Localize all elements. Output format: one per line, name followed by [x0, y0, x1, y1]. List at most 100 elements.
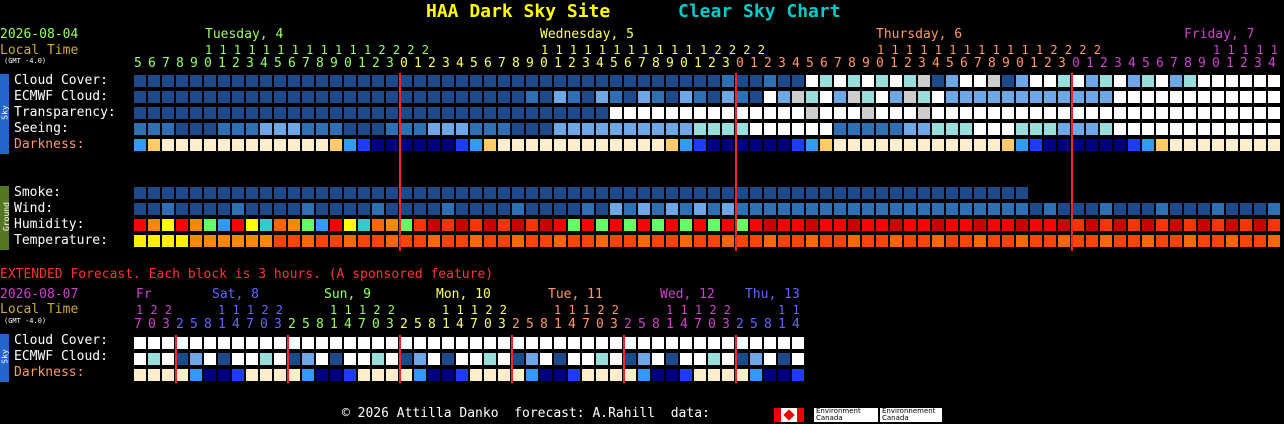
wind-block[interactable]: [456, 203, 468, 215]
wind-block[interactable]: [778, 203, 790, 215]
ext-cloud-block[interactable]: [260, 337, 272, 349]
cloud-block[interactable]: [204, 75, 216, 87]
smoke-block[interactable]: [694, 187, 706, 199]
wind-block[interactable]: [1156, 203, 1168, 215]
wind-block[interactable]: [540, 203, 552, 215]
wind-block[interactable]: [764, 203, 776, 215]
wind-block[interactable]: [330, 203, 342, 215]
temp-block[interactable]: [316, 235, 328, 247]
smoke-block[interactable]: [596, 187, 608, 199]
dark-block[interactable]: [260, 139, 272, 151]
ext-cloud-block[interactable]: [134, 337, 146, 349]
seeing-block[interactable]: [876, 123, 888, 135]
temp-block[interactable]: [1198, 235, 1210, 247]
ecmwf-block[interactable]: [946, 91, 958, 103]
seeing-block[interactable]: [1044, 123, 1056, 135]
transp-block[interactable]: [708, 107, 720, 119]
ext-dark-block[interactable]: [386, 369, 398, 381]
dark-block[interactable]: [778, 139, 790, 151]
smoke-block[interactable]: [778, 187, 790, 199]
cloud-block[interactable]: [414, 75, 426, 87]
ext-dark-block[interactable]: [708, 369, 720, 381]
ext-cloud-block[interactable]: [624, 337, 636, 349]
ext-ecmwf-block[interactable]: [764, 353, 776, 365]
cloud-block[interactable]: [288, 75, 300, 87]
transp-block[interactable]: [778, 107, 790, 119]
cloud-block[interactable]: [260, 75, 272, 87]
wind-block[interactable]: [1100, 203, 1112, 215]
hum-block[interactable]: [1142, 219, 1154, 231]
temp-block[interactable]: [862, 235, 874, 247]
cloud-block[interactable]: [932, 75, 944, 87]
ext-dark-block[interactable]: [666, 369, 678, 381]
seeing-block[interactable]: [946, 123, 958, 135]
hum-block[interactable]: [820, 219, 832, 231]
wind-block[interactable]: [918, 203, 930, 215]
seeing-block[interactable]: [806, 123, 818, 135]
temp-block[interactable]: [736, 235, 748, 247]
wind-block[interactable]: [302, 203, 314, 215]
hum-block[interactable]: [302, 219, 314, 231]
cloud-block[interactable]: [1142, 75, 1154, 87]
seeing-block[interactable]: [526, 123, 538, 135]
seeing-block[interactable]: [638, 123, 650, 135]
hum-block[interactable]: [414, 219, 426, 231]
smoke-block[interactable]: [274, 187, 286, 199]
dark-block[interactable]: [988, 139, 1000, 151]
dark-block[interactable]: [848, 139, 860, 151]
temp-block[interactable]: [568, 235, 580, 247]
temp-block[interactable]: [1002, 235, 1014, 247]
ext-dark-block[interactable]: [204, 369, 216, 381]
ecmwf-block[interactable]: [820, 91, 832, 103]
temp-block[interactable]: [652, 235, 664, 247]
transp-block[interactable]: [470, 107, 482, 119]
seeing-block[interactable]: [1030, 123, 1042, 135]
smoke-block[interactable]: [232, 187, 244, 199]
temp-block[interactable]: [372, 235, 384, 247]
smoke-block[interactable]: [904, 187, 916, 199]
ecmwf-block[interactable]: [288, 91, 300, 103]
hum-block[interactable]: [456, 219, 468, 231]
ecmwf-block[interactable]: [260, 91, 272, 103]
cloud-block[interactable]: [386, 75, 398, 87]
smoke-block[interactable]: [946, 187, 958, 199]
temp-block[interactable]: [1100, 235, 1112, 247]
dark-block[interactable]: [736, 139, 748, 151]
ext-cloud-block[interactable]: [288, 337, 300, 349]
temp-block[interactable]: [190, 235, 202, 247]
transp-block[interactable]: [582, 107, 594, 119]
ecmwf-block[interactable]: [792, 91, 804, 103]
ext-ecmwf-block[interactable]: [680, 353, 692, 365]
wind-block[interactable]: [988, 203, 1000, 215]
wind-block[interactable]: [582, 203, 594, 215]
seeing-block[interactable]: [386, 123, 398, 135]
ext-cloud-block[interactable]: [204, 337, 216, 349]
seeing-block[interactable]: [1072, 123, 1084, 135]
cloud-block[interactable]: [358, 75, 370, 87]
ecmwf-block[interactable]: [1240, 91, 1252, 103]
smoke-block[interactable]: [792, 187, 804, 199]
cloud-block[interactable]: [960, 75, 972, 87]
cloud-block[interactable]: [1058, 75, 1070, 87]
ecmwf-block[interactable]: [666, 91, 678, 103]
wind-block[interactable]: [512, 203, 524, 215]
temp-block[interactable]: [1226, 235, 1238, 247]
wind-block[interactable]: [358, 203, 370, 215]
cloud-block[interactable]: [918, 75, 930, 87]
seeing-block[interactable]: [890, 123, 902, 135]
ext-cloud-block[interactable]: [246, 337, 258, 349]
hum-block[interactable]: [1198, 219, 1210, 231]
ext-dark-block[interactable]: [190, 369, 202, 381]
ext-cloud-block[interactable]: [414, 337, 426, 349]
hum-block[interactable]: [554, 219, 566, 231]
dark-block[interactable]: [820, 139, 832, 151]
wind-block[interactable]: [1142, 203, 1154, 215]
seeing-block[interactable]: [596, 123, 608, 135]
dark-block[interactable]: [792, 139, 804, 151]
wind-block[interactable]: [610, 203, 622, 215]
seeing-block[interactable]: [610, 123, 622, 135]
ext-dark-block[interactable]: [400, 369, 412, 381]
transp-block[interactable]: [246, 107, 258, 119]
transp-block[interactable]: [1212, 107, 1224, 119]
hum-block[interactable]: [764, 219, 776, 231]
